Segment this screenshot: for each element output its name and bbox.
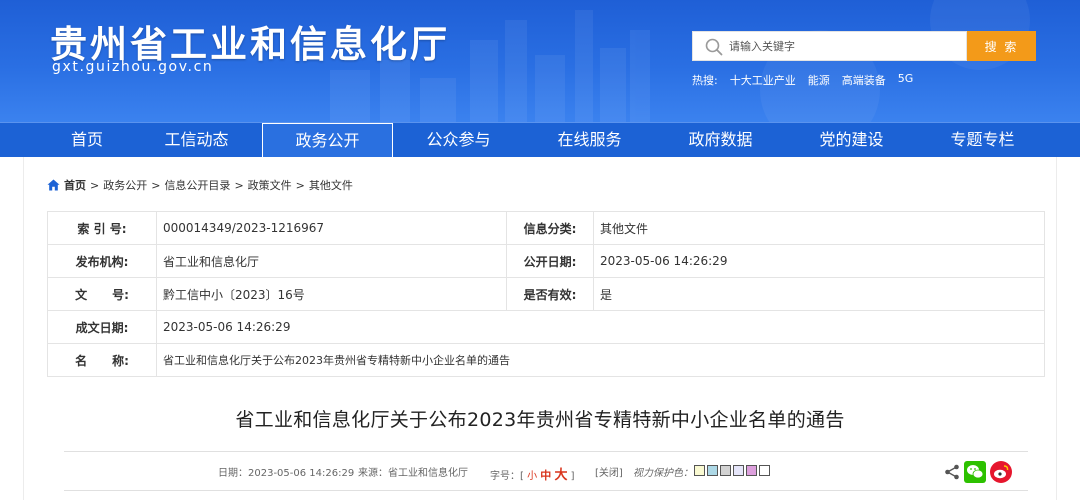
breadcrumb-separator: > [151, 178, 161, 192]
table-row: 名 称: 省工业和信息化厅关于公布2023年贵州省专精特新中小企业名单的通告 [47, 343, 1045, 377]
nav-item-public-participation[interactable]: 公众参与 [393, 123, 524, 158]
color-swatch-plum[interactable] [746, 465, 757, 476]
nav-item-government-affairs[interactable]: 政务公开 [262, 123, 393, 158]
color-swatch-yellow[interactable] [694, 465, 705, 476]
meta-divider-bottom [64, 490, 1028, 491]
font-size-control: 字号：[ 小 中 大 ] [490, 464, 575, 483]
color-swatch-white[interactable] [759, 465, 770, 476]
category-label: 信息分类: [506, 211, 594, 245]
nav-item-online-services[interactable]: 在线服务 [524, 123, 655, 158]
search-box [692, 31, 967, 61]
hot-words-label: 热搜: [692, 74, 718, 87]
search-input[interactable] [729, 32, 961, 60]
breadcrumb-separator: > [295, 178, 305, 192]
font-size-large-button[interactable]: 大 [554, 468, 567, 483]
search-icon [705, 38, 723, 56]
site-url: gxt.guizhou.gov.cn [52, 59, 214, 75]
breadcrumb-item-home[interactable]: 首页 [64, 177, 86, 193]
validity-label: 是否有效: [506, 277, 594, 311]
category-value: 其他文件 [593, 211, 1045, 245]
font-size-medium-button[interactable]: 中 [540, 469, 551, 482]
breadcrumb-item[interactable]: 政务公开 [103, 177, 147, 193]
table-row: 文 号: 黔工信中小〔2023〕16号 是否有效: 是 [47, 277, 1045, 311]
home-icon [47, 179, 60, 191]
search-button[interactable]: 搜 索 [967, 31, 1036, 61]
doc-name-label: 名 称: [47, 343, 157, 377]
hot-word-link[interactable]: 高端装备 [842, 72, 886, 88]
doc-name-value: 省工业和信息化厅关于公布2023年贵州省专精特新中小企业名单的通告 [156, 343, 1045, 377]
index-number-label: 索 引 号: [47, 211, 157, 245]
publish-date-value: 2023-05-06 14:26:29 [593, 244, 1045, 278]
breadcrumb-separator: > [90, 178, 100, 192]
hot-words: 热搜: 十大工业产业 能源 高端装备 5G [692, 72, 913, 88]
nav-item-news[interactable]: 工信动态 [131, 123, 262, 158]
font-size-label: 字号：[ [490, 471, 524, 482]
table-row: 成文日期: 2023-05-06 14:26:29 [47, 310, 1045, 344]
table-row: 索 引 号: 000014349/2023-1216967 信息分类: 其他文件 [47, 211, 1045, 245]
color-swatch-lavender[interactable] [733, 465, 744, 476]
index-number-value: 000014349/2023-1216967 [156, 211, 507, 245]
color-swatch-blue[interactable] [707, 465, 718, 476]
color-swatch-gray[interactable] [720, 465, 731, 476]
breadcrumb-separator: > [234, 178, 244, 192]
article-source: 来源：省工业和信息化厅 [358, 468, 468, 479]
article-date: 日期：2023-05-06 14:26:29 [218, 468, 355, 479]
doc-number-value: 黔工信中小〔2023〕16号 [156, 277, 507, 311]
site-header: 贵州省工业和信息化厅 gxt.guizhou.gov.cn 搜 索 热搜: 十大… [0, 0, 1080, 122]
publish-date-label: 公开日期: [506, 244, 594, 278]
document-info-table: 索 引 号: 000014349/2023-1216967 信息分类: 其他文件… [47, 211, 1045, 377]
hot-word-link[interactable]: 十大工业产业 [730, 72, 796, 88]
article-meta-bar: 日期：2023-05-06 14:26:29 来源：省工业和信息化厅 字号：[ … [0, 462, 1080, 483]
nav-item-special-topics[interactable]: 专题专栏 [917, 123, 1048, 158]
created-date-label: 成文日期: [47, 310, 157, 344]
breadcrumb-item[interactable]: 信息公开目录 [164, 177, 230, 193]
nav-item-party-building[interactable]: 党的建设 [786, 123, 917, 158]
main-nav: 首页 工信动态 政务公开 公众参与 在线服务 政府数据 党的建设 专题专栏 [0, 122, 1080, 158]
article-title: 省工业和信息化厅关于公布2023年贵州省专精特新中小企业名单的通告 [235, 409, 845, 431]
weibo-icon[interactable] [990, 461, 1012, 483]
created-date-value: 2023-05-06 14:26:29 [156, 310, 1045, 344]
wechat-icon[interactable] [964, 461, 986, 483]
publisher-label: 发布机构: [47, 244, 157, 278]
hot-word-link[interactable]: 5G [898, 72, 914, 88]
eye-protection-label: 视力保护色： [633, 468, 693, 479]
font-size-bracket-close: ] [570, 471, 575, 482]
table-row: 发布机构: 省工业和信息化厅 公开日期: 2023-05-06 14:26:29 [47, 244, 1045, 278]
validity-value: 是 [593, 277, 1045, 311]
doc-number-label: 文 号: [47, 277, 157, 311]
breadcrumb-item[interactable]: 其他文件 [309, 177, 353, 193]
font-size-small-button[interactable]: 小 [527, 471, 537, 482]
breadcrumb-item[interactable]: 政策文件 [248, 177, 292, 193]
meta-divider-top [64, 451, 1028, 452]
eye-protection-swatches [694, 465, 770, 476]
close-page-link[interactable]: [关闭] [595, 464, 623, 479]
breadcrumb: 首页 > 政务公开 > 信息公开目录 > 政策文件 > 其他文件 [47, 177, 353, 193]
nav-item-home[interactable]: 首页 [43, 123, 131, 158]
share-icon[interactable] [943, 463, 961, 481]
publisher-value: 省工业和信息化厅 [156, 244, 507, 278]
nav-item-government-data[interactable]: 政府数据 [655, 123, 786, 158]
hot-word-link[interactable]: 能源 [808, 72, 830, 88]
